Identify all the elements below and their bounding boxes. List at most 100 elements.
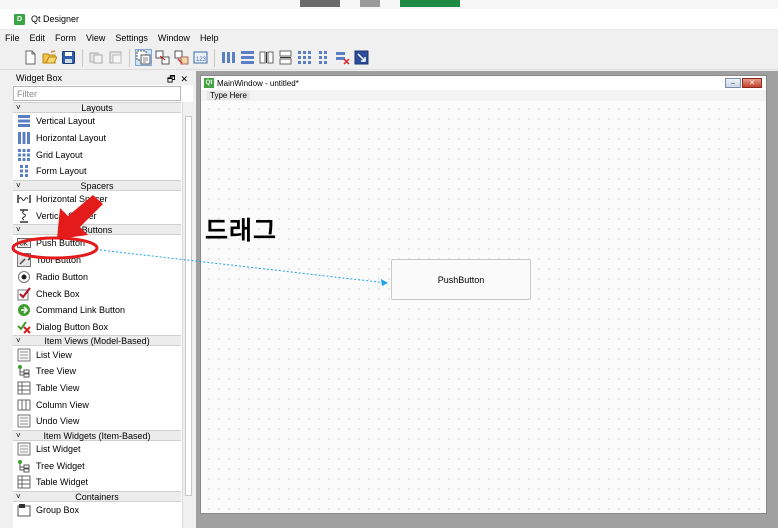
chevron-down-icon: ˅ <box>16 180 21 190</box>
widget-form-layout[interactable]: Form Layout <box>13 163 181 180</box>
chevron-down-icon: ˅ <box>16 491 21 501</box>
paste-icon[interactable] <box>107 49 124 66</box>
widget-undo-view[interactable]: Undo View <box>13 413 181 430</box>
close-button[interactable]: ✕ <box>742 78 762 88</box>
menu-window[interactable]: Window <box>158 33 190 43</box>
main-toolbar: 123 <box>0 46 778 70</box>
widget-column-view[interactable]: Column View <box>13 396 181 413</box>
widget-table-view[interactable]: Table View <box>13 380 181 397</box>
menu-view[interactable]: View <box>86 33 105 43</box>
push-button-icon: OK <box>16 236 31 250</box>
scrollbar-thumb[interactable] <box>185 116 192 496</box>
check-box-icon <box>16 286 31 301</box>
chevron-down-icon: ˅ <box>16 336 21 346</box>
menu-settings[interactable]: Settings <box>115 33 148 43</box>
new-file-icon[interactable] <box>22 49 39 66</box>
widget-box-title: Widget Box <box>16 73 63 83</box>
dock-float-close-buttons[interactable]: 🗗 ✕ <box>167 72 188 88</box>
horizontal-spacer-icon <box>16 192 31 206</box>
widget-tool-button[interactable]: Tool Button <box>13 252 181 269</box>
window-title: Qt Designer <box>31 14 80 24</box>
open-folder-icon[interactable] <box>41 49 58 66</box>
vertical-spacer-icon <box>16 209 31 223</box>
form-title-bar: Qt MainWindow - untitled* – ✕ <box>201 76 766 90</box>
command-link-icon <box>16 303 31 317</box>
widget-list-widget[interactable]: List Widget <box>13 441 181 458</box>
widget-box-header: Widget Box 🗗 ✕ <box>13 71 193 85</box>
dialog-button-box-icon <box>16 320 31 334</box>
title-bar: D Qt Designer <box>0 9 778 30</box>
lay-out-grid-icon[interactable] <box>296 49 313 66</box>
filter-input[interactable]: Filter <box>13 86 181 101</box>
widget-list-view[interactable]: List View <box>13 346 181 363</box>
type-here-menu[interactable]: Type Here <box>207 91 250 100</box>
adjust-size-icon[interactable] <box>353 49 370 66</box>
widget-dialog-button-box[interactable]: Dialog Button Box <box>13 319 181 336</box>
toolbar-separator <box>214 48 215 67</box>
menu-file[interactable]: File <box>5 33 20 43</box>
lay-out-vertical-splitter-icon[interactable] <box>277 49 294 66</box>
widget-tree-view[interactable]: Tree View <box>13 363 181 380</box>
group-box-icon <box>16 503 31 517</box>
tree-widget-icon <box>16 459 31 473</box>
menu-help[interactable]: Help <box>200 33 219 43</box>
widget-command-link-button[interactable]: Command Link Button <box>13 302 181 319</box>
table-widget-icon <box>16 475 31 489</box>
category-item-widgets[interactable]: ˅ Item Widgets (Item-Based) <box>13 429 181 441</box>
dropped-push-button[interactable]: PushButton <box>391 259 531 300</box>
widget-horizontal-layout[interactable]: Horizontal Layout <box>13 130 181 147</box>
table-view-icon <box>16 381 31 395</box>
widget-grid-layout[interactable]: Grid Layout <box>13 146 181 163</box>
qt-designer-app-icon: D <box>14 13 25 25</box>
lay-out-horizontally-icon[interactable] <box>220 49 237 66</box>
edit-buddies-icon[interactable] <box>173 49 190 66</box>
column-view-icon <box>16 398 31 412</box>
qt-icon: Qt <box>204 78 214 88</box>
widget-box-scrollbar[interactable] <box>182 102 193 528</box>
edit-signals-slots-icon[interactable] <box>154 49 171 66</box>
widget-list: ˅ Layouts Vertical Layout Horizontal Layo… <box>13 102 181 518</box>
save-icon[interactable] <box>60 49 77 66</box>
widget-push-button[interactable]: OK Push Button <box>13 235 181 252</box>
copy-icon[interactable] <box>88 49 105 66</box>
widget-group-box[interactable]: Group Box <box>13 502 181 519</box>
category-containers[interactable]: ˅ Containers <box>13 490 181 502</box>
widget-check-box[interactable]: Check Box <box>13 285 181 302</box>
form-window-title: MainWindow - untitled* <box>217 78 299 88</box>
tree-view-icon <box>16 364 31 378</box>
list-widget-icon <box>16 442 31 456</box>
widget-tree-widget[interactable]: Tree Widget <box>13 457 181 474</box>
list-view-icon <box>16 348 31 362</box>
edit-widgets-icon[interactable] <box>135 49 152 66</box>
category-layouts[interactable]: ˅ Layouts <box>13 102 181 113</box>
horizontal-layout-icon <box>16 131 31 145</box>
filter-placeholder: Filter <box>17 88 37 99</box>
category-buttons[interactable]: ˅ Buttons <box>13 224 181 236</box>
form-canvas[interactable] <box>201 101 766 513</box>
chevron-down-icon: ˅ <box>16 225 21 235</box>
toolbar-separator <box>129 48 130 67</box>
lay-out-horizontal-splitter-icon[interactable] <box>258 49 275 66</box>
grid-layout-icon <box>16 148 31 162</box>
widget-vertical-spacer[interactable]: Vertical Spacer <box>13 207 181 224</box>
tool-button-icon <box>16 253 31 268</box>
menu-form[interactable]: Form <box>55 33 76 43</box>
minimize-button[interactable]: – <box>725 78 741 88</box>
edit-tab-order-icon[interactable]: 123 <box>192 49 209 66</box>
lay-out-vertically-icon[interactable] <box>239 49 256 66</box>
form-window-buttons: – ✕ <box>724 78 762 88</box>
svg-text:OK: OK <box>19 242 27 248</box>
lay-out-form-icon[interactable] <box>315 49 332 66</box>
widget-vertical-layout[interactable]: Vertical Layout <box>13 113 181 130</box>
form-menu-bar[interactable]: Type Here <box>201 90 766 101</box>
widget-table-widget[interactable]: Table Widget <box>13 474 181 491</box>
category-spacers[interactable]: ˅ Spacers <box>13 179 181 191</box>
drag-annotation-label: 드래그 <box>205 216 278 245</box>
widget-horizontal-spacer[interactable]: Horizontal Spacer <box>13 191 181 208</box>
break-layout-icon[interactable] <box>334 49 351 66</box>
category-item-views[interactable]: ˅ Item Views (Model-Based) <box>13 335 181 347</box>
radio-button-icon <box>16 270 31 284</box>
undo-view-icon <box>16 414 31 428</box>
widget-radio-button[interactable]: Radio Button <box>13 269 181 286</box>
menu-edit[interactable]: Edit <box>30 33 46 43</box>
